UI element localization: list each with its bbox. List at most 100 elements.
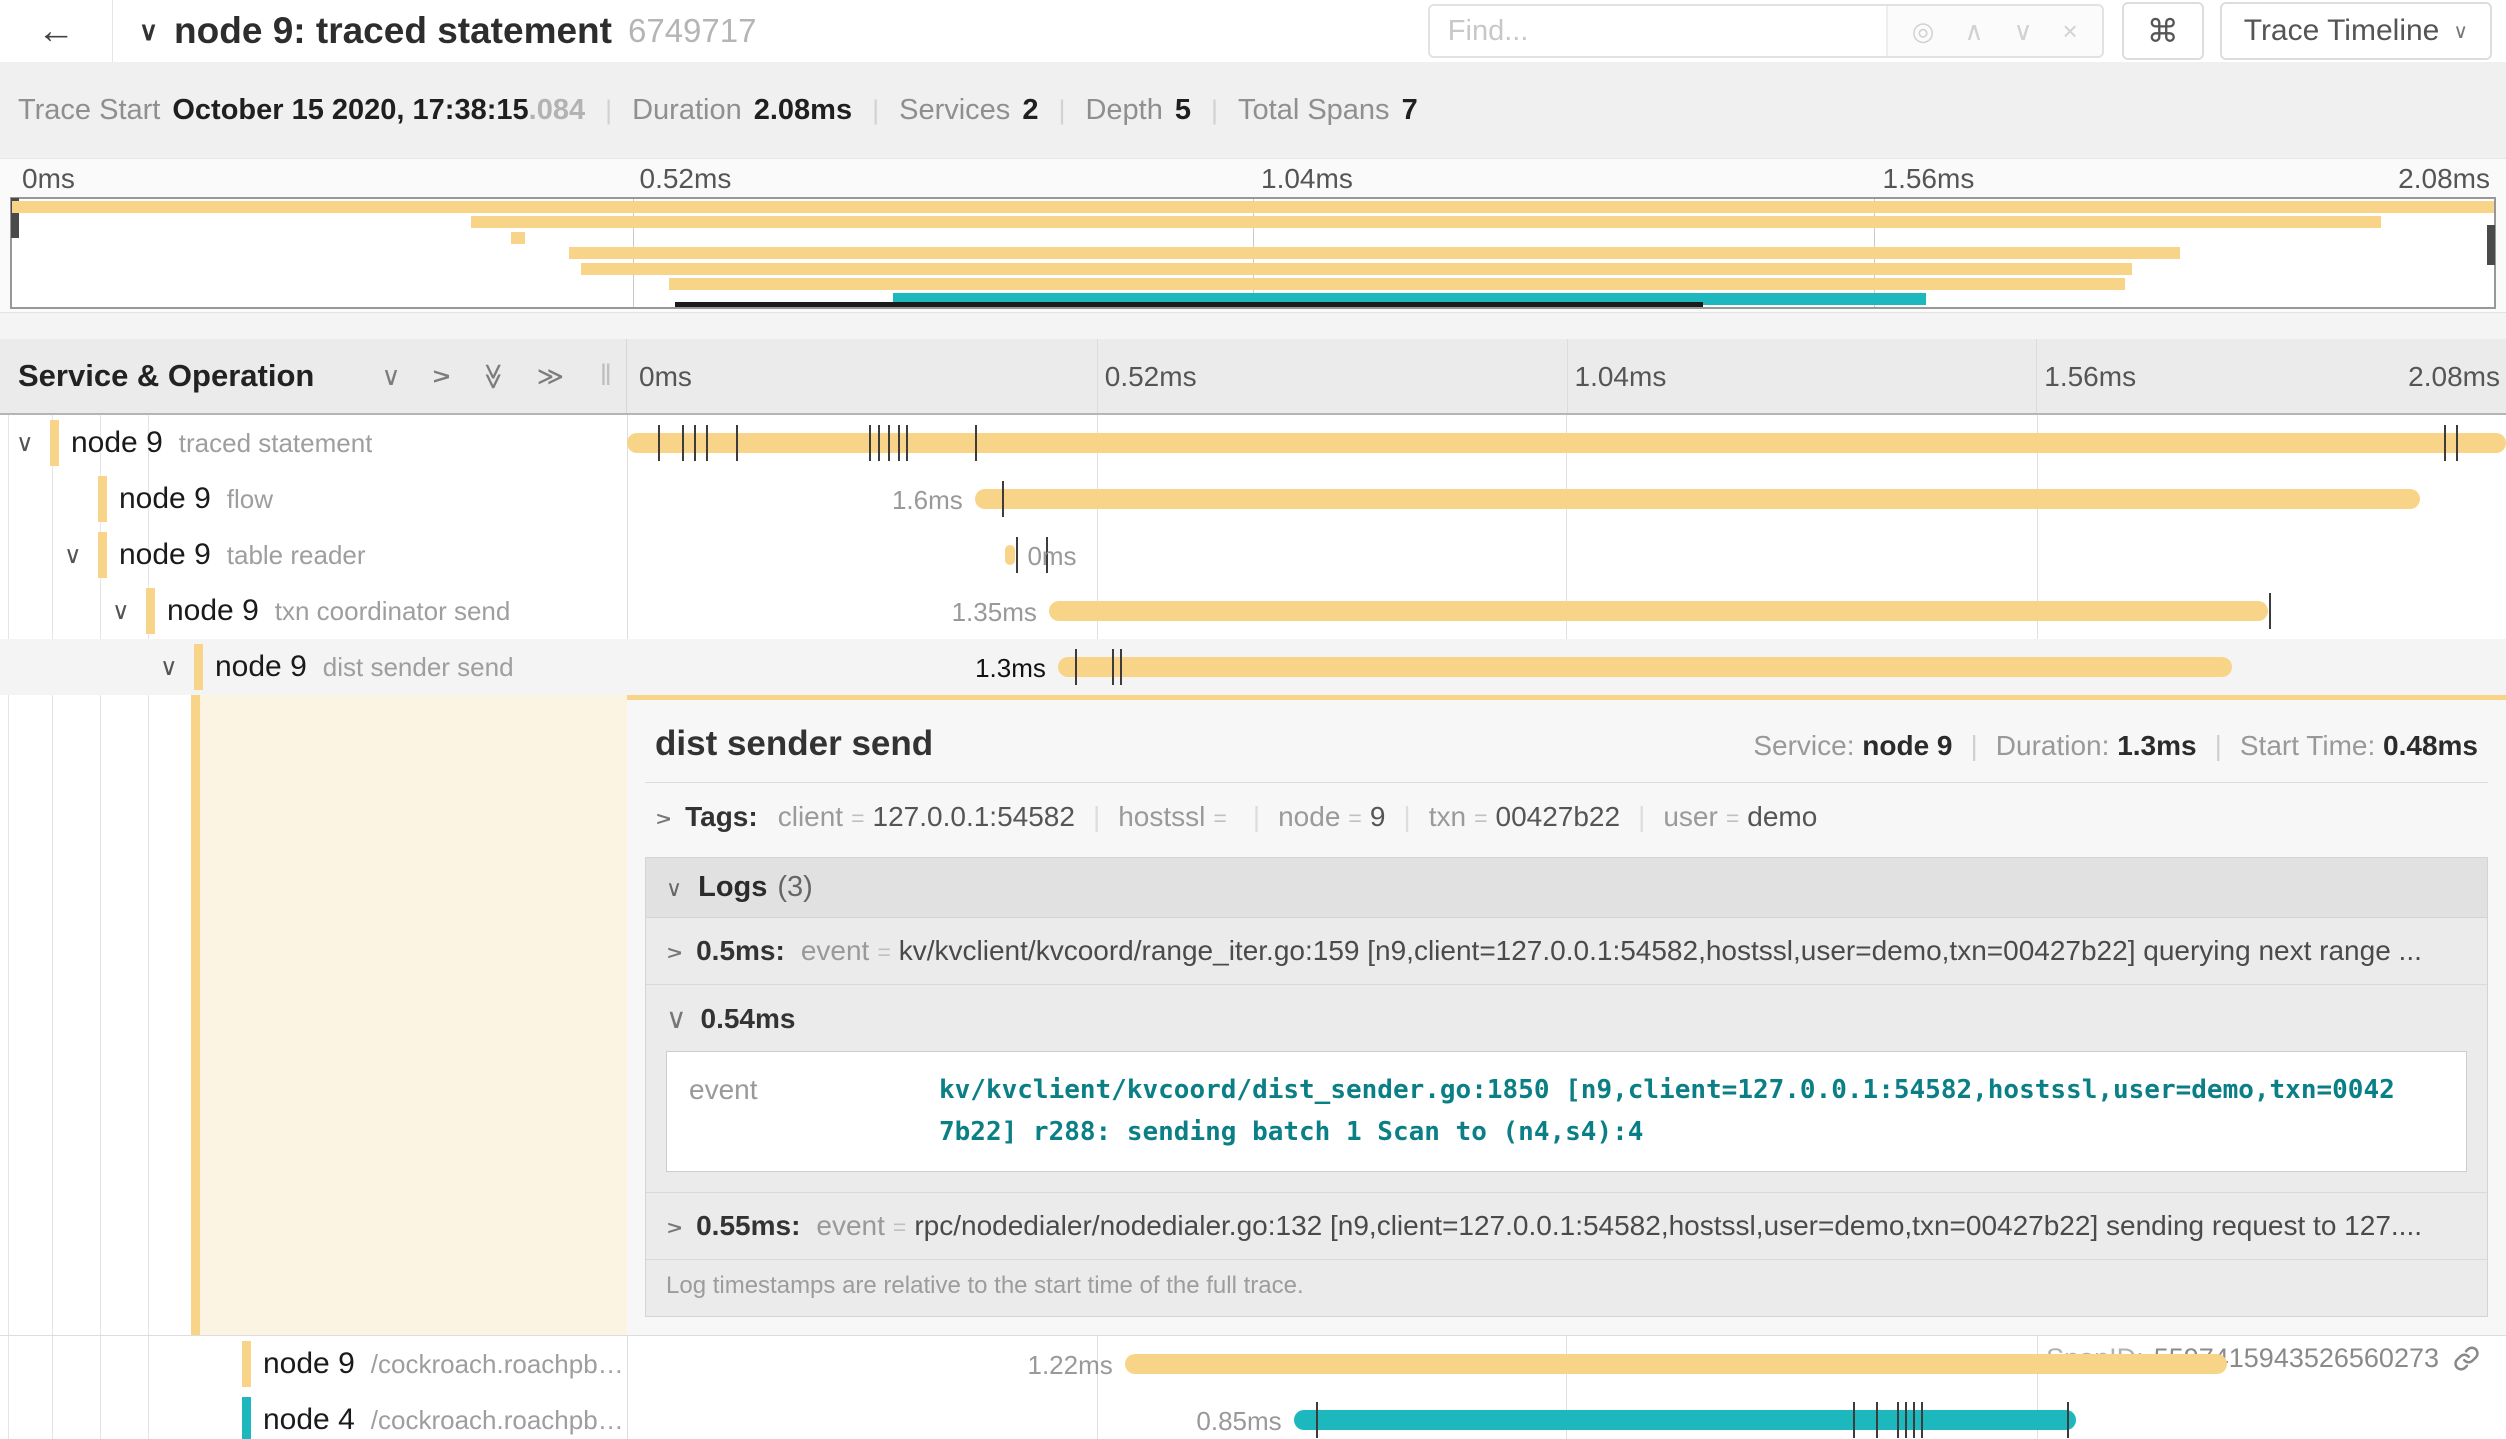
next-result-icon[interactable]: ∨ [2014,16,2033,47]
ruler-tick-label: 0.52ms [640,163,732,195]
log-event-tick[interactable] [2269,593,2271,629]
span-operation-name: /cockroach.roachpb.I... [371,1349,627,1380]
log-event-tick[interactable] [1002,481,1004,517]
log-event-tick[interactable] [2456,425,2458,461]
chevron-down-icon[interactable]: ∨ [112,597,146,626]
span-operation-name: table reader [227,540,366,571]
span-tree-cell[interactable]: ∨node 9table reader [0,527,627,583]
span-duration-bar[interactable] [975,489,2420,509]
span-row[interactable]: ∨node 9table reader0ms [0,527,2506,583]
log-event-tick[interactable] [1112,649,1114,685]
summary-label: Duration [632,94,742,127]
locate-icon[interactable]: ◎ [1912,16,1935,47]
log-event-tick[interactable] [1120,649,1122,685]
span-tree-cell[interactable]: node 4/cockroach.roachpb.I... [0,1392,627,1439]
grid-line [1567,339,1568,413]
command-icon: ⌘ [2147,12,2179,50]
back-button[interactable]: ← [0,0,113,62]
clear-search-icon[interactable]: × [2063,16,2078,47]
span-service-name: node 9 [215,650,307,684]
detail-header[interactable]: dist sender send Service: node 9 | Durat… [645,700,2488,782]
log-event-tick[interactable] [1876,1402,1878,1438]
log-entry-3[interactable]: ∨ 0.55ms: event = rpc/nodedialer/nodedia… [646,1192,2487,1260]
span-row[interactable]: ∨node 9traced statement [0,415,2506,471]
keyboard-shortcuts-button[interactable]: ⌘ [2122,2,2204,60]
span-tree-cell[interactable]: node 9/cockroach.roachpb.I... [0,1336,627,1392]
tags-row[interactable]: ∨ Tags: client=127.0.0.1:54582|hostssl=|… [645,783,2488,851]
log-event-tick[interactable] [878,425,880,461]
span-duration-bar[interactable] [1049,601,2269,621]
title-bar: ← ∨ node 9: traced statement 6749717 ◎ ∧… [0,0,2506,62]
log-event-tick[interactable] [1075,649,1077,685]
span-tree-cell[interactable]: node 9flow [0,471,627,527]
chevron-down-icon[interactable]: ∨ [16,429,50,458]
span-duration-bar[interactable] [1005,545,1016,565]
log-event-tick[interactable] [658,425,660,461]
view-options-button[interactable]: Trace Timeline ∨ [2220,2,2492,60]
chevron-down-icon[interactable]: ∨ [64,541,98,570]
span-row[interactable]: node 9flow1.6ms [0,471,2506,527]
span-duration-label: 1.35ms [952,597,1049,628]
log-event-tick[interactable] [736,425,738,461]
log-event-tick[interactable] [1921,1402,1923,1438]
log-event-tick[interactable] [1897,1402,1899,1438]
find-input[interactable] [1430,6,1886,56]
log-event-tick[interactable] [898,425,900,461]
span-timeline-cell[interactable]: 1.35ms [627,583,2506,639]
span-timeline-cell[interactable] [627,415,2506,471]
log-event-tick[interactable] [2067,1402,2069,1438]
right-scrubber-handle[interactable] [2487,225,2495,265]
ruler-tick-label: 0.52ms [1105,361,1197,393]
span-detail-panel: dist sender send Service: node 9 | Durat… [627,695,2506,1335]
expand-all-icon[interactable]: ≫ [537,361,564,392]
overview-ruler: 0ms0.52ms1.04ms1.56ms2.08ms [10,159,2496,197]
logs-header[interactable]: ∨ Logs (3) [646,858,2487,918]
collapse-one-icon[interactable]: ∨ [382,361,401,392]
span-operation-name: traced statement [179,428,373,459]
log-event-tick[interactable] [694,425,696,461]
start-time-value: 0.48ms [2383,730,2478,762]
span-timeline-cell[interactable]: 0ms [627,527,2506,583]
log-event-tick[interactable] [682,425,684,461]
span-timeline-cell[interactable]: 1.22ms [627,1336,2506,1392]
log-event-tick[interactable] [1853,1402,1855,1438]
log-event-tick[interactable] [975,425,977,461]
span-tree-cell[interactable]: ∨node 9traced statement [0,415,627,471]
span-duration-bar[interactable] [1294,1410,2076,1430]
span-duration-bar[interactable] [1058,657,2232,677]
span-row[interactable]: node 9/cockroach.roachpb.I...1.22ms [0,1336,2506,1392]
log-event-tick[interactable] [869,425,871,461]
overview-canvas[interactable] [10,197,2496,309]
tag-value: 9 [1370,801,1386,832]
span-tree-cell[interactable]: ∨node 9dist sender send [0,639,627,695]
span-rows-region: ∨node 9traced statementnode 9flow1.6ms∨n… [0,415,2506,1439]
span-timeline-cell[interactable]: 1.6ms [627,471,2506,527]
expand-one-icon[interactable]: ∨ [425,366,456,385]
collapse-all-icon[interactable]: ≫ [478,362,509,389]
minimap-span-bar [471,216,2380,228]
span-duration-bar[interactable] [1125,1354,2227,1374]
span-duration-bar[interactable] [627,433,2506,453]
log-entry-2-header[interactable]: ∨ 0.54ms [646,985,2487,1039]
prev-result-icon[interactable]: ∧ [1964,16,1983,47]
log-event-tick[interactable] [888,425,890,461]
span-row[interactable]: ∨node 9txn coordinator send 1.35ms [0,583,2506,639]
span-timeline-cell[interactable]: 1.3ms [627,639,2506,695]
span-tree-cell[interactable]: ∨node 9txn coordinator send [0,583,627,639]
log-event-tick[interactable] [1905,1402,1907,1438]
chevron-down-icon[interactable]: ∨ [160,653,194,682]
log-event-tick[interactable] [906,425,908,461]
column-resize-grip[interactable]: ‖ [600,359,612,393]
log-event-tick[interactable] [1913,1402,1915,1438]
span-timeline-cell[interactable]: 0.85ms [627,1392,2506,1439]
log-event-tick[interactable] [2444,425,2446,461]
log-event-tick[interactable] [1316,1402,1318,1438]
log-time: 0.5ms: [696,935,785,967]
log-entry-1[interactable]: ∨ 0.5ms: event = kv/kvclient/kvcoord/ran… [646,918,2487,985]
duration-label: Duration: [1996,730,2110,762]
log-event-tick[interactable] [706,425,708,461]
summary-value: 2.08ms [754,94,852,127]
title-collapse-icon[interactable]: ∨ [139,16,158,47]
span-row[interactable]: node 4/cockroach.roachpb.I...0.85ms [0,1392,2506,1439]
span-row[interactable]: ∨node 9dist sender send1.3ms [0,639,2506,695]
